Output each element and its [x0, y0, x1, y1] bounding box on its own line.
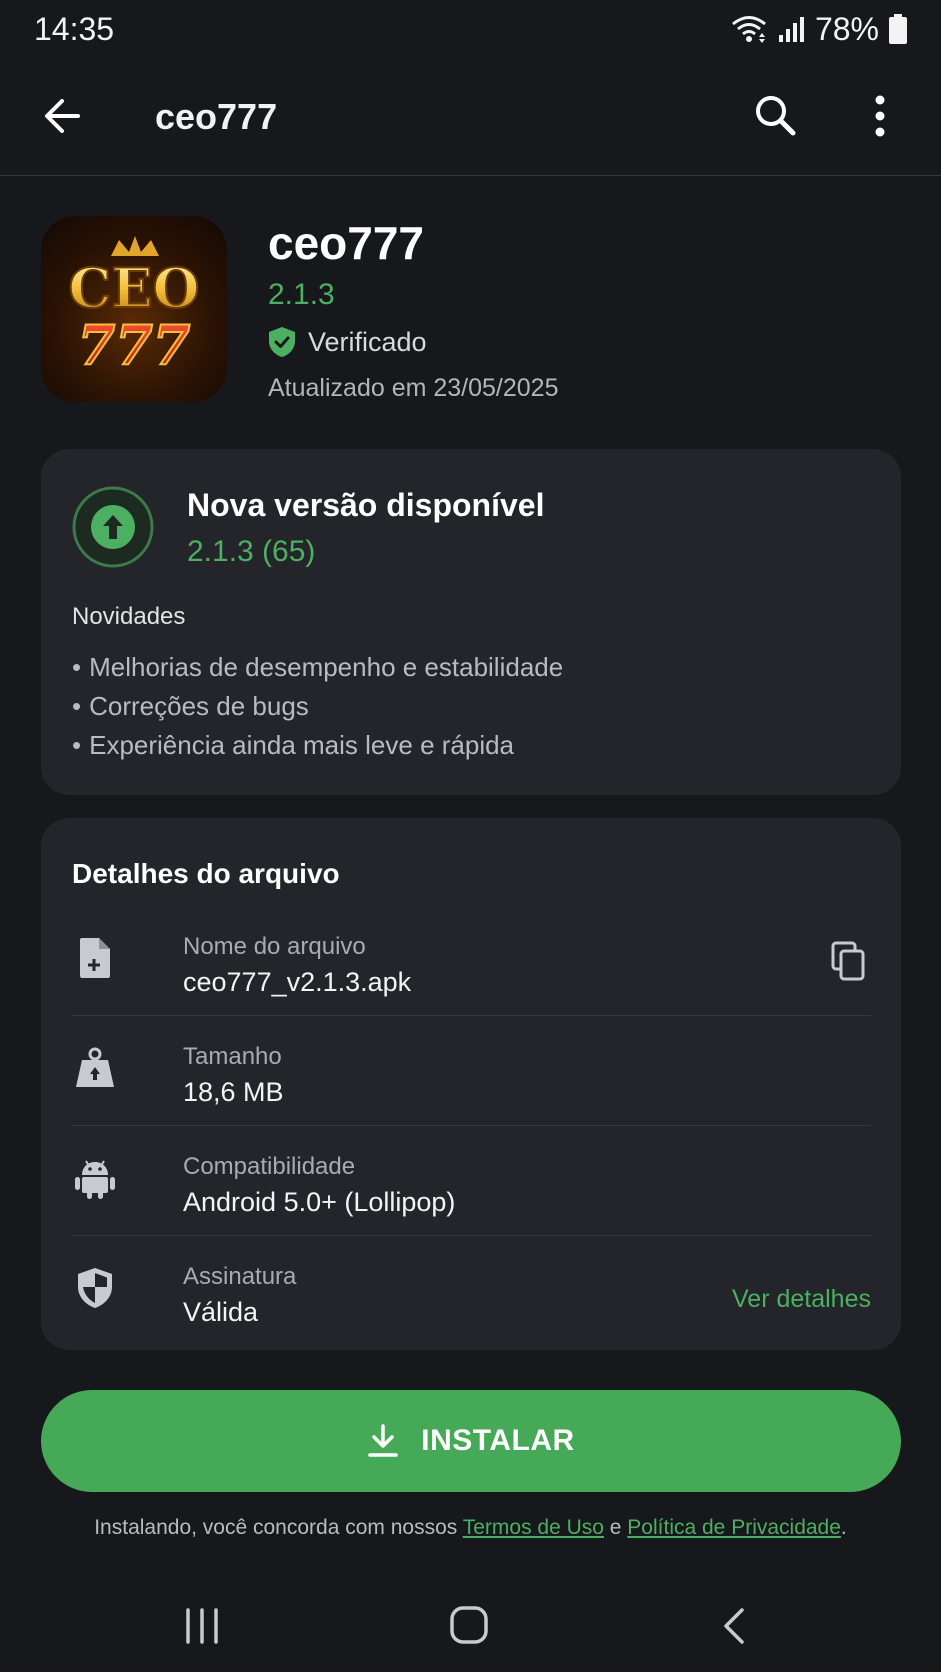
list-item: • Melhorias de desempenho e estabilidade — [72, 652, 564, 682]
detail-row-compatibility: Compatibilidade Android 5.0+ (Lollipop) — [72, 1125, 871, 1236]
detail-row-size: Tamanho 18,6 MB — [72, 1015, 871, 1126]
updated-date: Atualizado em 23/05/2025 — [268, 374, 559, 402]
signal-icon — [778, 17, 804, 42]
size-value: 18,6 MB — [183, 1077, 284, 1107]
update-card: Nova versão disponível 2.1.3 (65) Novida… — [41, 449, 901, 795]
battery-icon — [889, 14, 907, 44]
shield-icon — [78, 1268, 112, 1308]
list-item: • Correções de bugs — [72, 691, 309, 721]
app-icon: CEO 777 — [41, 216, 227, 402]
app-header: CEO 777 ceo777 2.1.3 Verificado Atualiza… — [41, 216, 901, 406]
verified-label: Verificado — [308, 326, 427, 357]
update-title: Nova versão disponível — [187, 487, 545, 523]
ceo777-logo: CEO 777 — [67, 236, 201, 378]
install-label: INSTALAR — [421, 1424, 575, 1457]
battery-percent: 78% — [814, 10, 879, 47]
app-version: 2.1.3 — [268, 278, 335, 311]
compatibility-value: Android 5.0+ (Lollipop) — [183, 1187, 456, 1217]
filename-value: ceo777_v2.1.3.apk — [183, 967, 412, 997]
privacy-policy-link[interactable]: Política de Privacidade — [627, 1516, 841, 1539]
detail-row-filename: Nome do arquivo ceo777_v2.1.3.apk — [72, 905, 871, 1016]
list-item: • Experiência ainda mais leve e rápida — [72, 730, 515, 760]
verified-badge: Verificado — [268, 326, 427, 358]
weight-icon — [76, 1047, 114, 1087]
app-bar: ceo777 — [0, 58, 941, 176]
terms-text: Instalando, você concorda com nossos Ter… — [94, 1516, 847, 1539]
back-arrow-icon[interactable] — [36, 88, 92, 144]
file-icon — [80, 938, 110, 978]
copy-icon[interactable] — [829, 941, 869, 981]
install-button[interactable]: INSTALAR — [41, 1390, 901, 1492]
download-icon — [368, 1424, 399, 1457]
file-details-card: Detalhes do arquivo Nome do arquivo ceo7… — [41, 818, 901, 1350]
status-bar: 14:35 78% — [0, 0, 941, 58]
verified-shield-icon — [269, 327, 295, 357]
android-icon — [75, 1160, 115, 1199]
recents-icon[interactable] — [182, 1604, 222, 1648]
compatibility-label: Compatibilidade — [183, 1153, 356, 1180]
filename-label: Nome do arquivo — [183, 933, 366, 960]
news-label: Novidades — [72, 603, 186, 630]
system-nav-bar — [0, 1590, 941, 1672]
detail-row-signature: Assinatura Válida Ver detalhes — [72, 1235, 871, 1345]
app-bar-title: ceo777 — [155, 96, 278, 137]
nav-back-icon[interactable] — [718, 1604, 750, 1648]
search-icon[interactable] — [748, 88, 804, 144]
signature-value: Válida — [183, 1297, 259, 1327]
update-version: 2.1.3 (65) — [187, 535, 316, 568]
view-details-link[interactable]: Ver detalhes — [732, 1285, 871, 1314]
news-list: • Melhorias de desempenho e estabilidade … — [72, 652, 563, 769]
svg-text:CEO: CEO — [68, 256, 199, 320]
status-time: 14:35 — [34, 10, 115, 47]
size-label: Tamanho — [183, 1043, 282, 1070]
file-details-title: Detalhes do arquivo — [72, 858, 340, 889]
wifi-icon — [732, 16, 766, 43]
terms-of-use-link[interactable]: Termos de Uso — [463, 1516, 604, 1539]
svg-text:777: 777 — [78, 313, 191, 377]
update-icon — [72, 486, 154, 568]
app-name: ceo777 — [268, 217, 425, 269]
status-icons: 78% — [731, 11, 907, 48]
signature-label: Assinatura — [183, 1263, 297, 1290]
more-vert-icon[interactable] — [852, 88, 908, 144]
home-icon[interactable] — [447, 1602, 491, 1648]
